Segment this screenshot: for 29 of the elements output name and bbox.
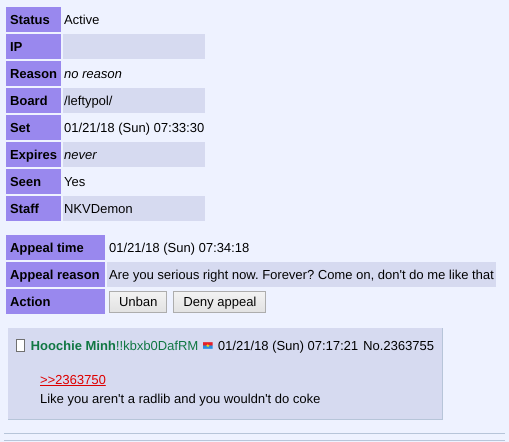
field-value: Yes (63, 172, 86, 191)
field-label: Reason (6, 61, 61, 86)
field-value: Are you serious right now. Forever? Come on, don't do me like that (107, 262, 496, 287)
flag-icon (203, 340, 213, 352)
post-body: Like you aren't a radlib and you wouldn't do coke (40, 390, 320, 408)
field-value: Active (63, 10, 100, 29)
poster-name: Hoochie Minh!!kbxb0DafRM (30, 337, 198, 355)
field-label: IP (6, 34, 61, 59)
field-label: Appeal reason (6, 262, 105, 287)
post-date: 01/21/18 (Sun) 07:17:21 (218, 337, 358, 355)
field-label: Set (6, 115, 61, 140)
field-value: never (63, 142, 206, 167)
post-number[interactable]: No.2363755 (363, 336, 434, 356)
field-value: no reason (63, 64, 123, 83)
field-label: Appeal time (6, 235, 105, 260)
field-label: Seen (6, 169, 61, 194)
quote-link[interactable]: >>2363750 (40, 370, 106, 389)
field-label: Board (6, 88, 61, 113)
post-checkbox[interactable] (16, 339, 25, 352)
field-label: Staff (6, 196, 61, 221)
field-value: NKVDemon (63, 196, 206, 221)
field-value: /leftypol/ (63, 88, 206, 113)
field-value: 01/21/18 (Sun) 07:33:30 (63, 118, 206, 137)
field-label: Action (6, 289, 105, 314)
action-button[interactable]: Deny appeal (173, 290, 266, 312)
field-label: Status (6, 7, 61, 32)
field-label: Expires (6, 142, 61, 167)
action-button[interactable]: Unban (109, 290, 168, 312)
field-value: 01/21/18 (Sun) 07:34:18 (108, 238, 250, 257)
